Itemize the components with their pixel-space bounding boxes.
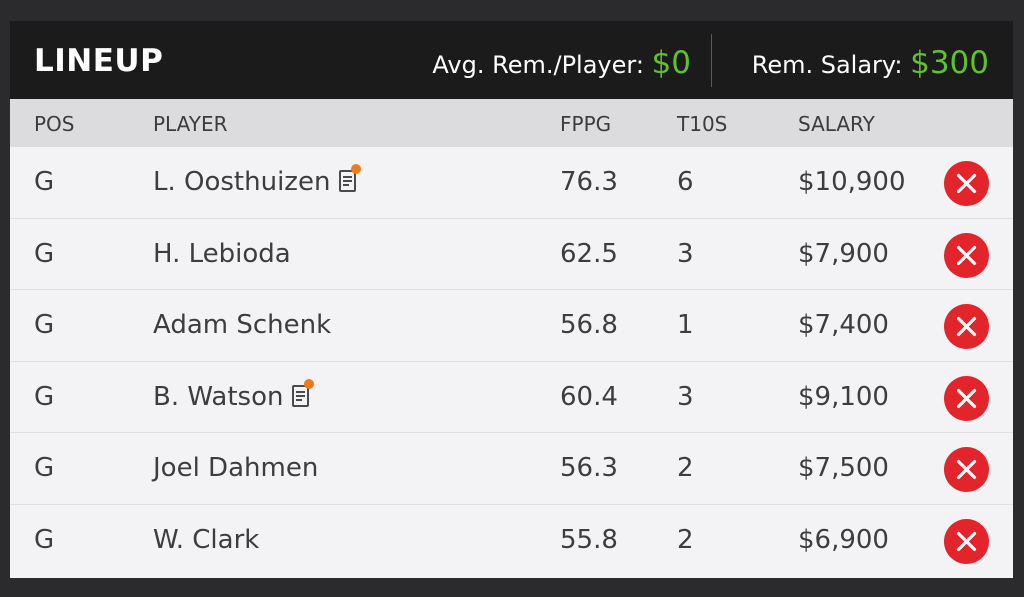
player-salary: $9,100 <box>798 381 889 412</box>
remove-player-icon <box>956 531 977 551</box>
column-header-salary: SALARY <box>798 112 875 136</box>
avg-remaining-per-player: Avg. Rem./Player: $0 <box>432 21 691 107</box>
player-cell[interactable]: H. Lebioda <box>153 219 291 290</box>
player-fppg: 55.8 <box>560 524 618 555</box>
lineup-rows: G L. Oosthuizen 76.3 6 $10,900 G H. Lebioda 62.… <box>10 147 1013 576</box>
lineup-header: LINEUP Avg. Rem./Player: $0 Rem. Salary:… <box>10 21 1013 99</box>
player-t10s: 1 <box>677 310 694 340</box>
player-news-icon[interactable] <box>292 378 315 407</box>
player-cell[interactable]: B. Watson <box>153 362 315 433</box>
lineup-panel: LINEUP Avg. Rem./Player: $0 Rem. Salary:… <box>10 21 1013 578</box>
player-name[interactable]: W. Clark <box>153 525 259 555</box>
player-name[interactable]: Adam Schenk <box>153 310 331 340</box>
table-row[interactable]: G H. Lebioda 62.5 3 $7,900 <box>10 219 1013 290</box>
header-divider <box>711 34 712 87</box>
player-name[interactable]: H. Lebioda <box>153 239 291 269</box>
remove-player-button[interactable] <box>944 375 989 421</box>
column-header-fppg: FPPG <box>560 112 612 136</box>
remove-player-icon <box>956 245 977 265</box>
player-salary: $7,500 <box>798 453 889 483</box>
news-alert-dot <box>304 378 315 389</box>
player-salary: $7,400 <box>798 310 889 340</box>
news-icon-line <box>343 184 350 186</box>
avg-remaining-value: $0 <box>651 45 691 81</box>
player-news-icon[interactable] <box>339 164 362 192</box>
remaining-salary-label: Rem. Salary: <box>751 51 911 79</box>
remove-player-icon <box>956 388 977 408</box>
avg-remaining-label: Avg. Rem./Player: <box>432 51 652 79</box>
player-salary: $7,900 <box>798 238 889 269</box>
player-fppg: 76.3 <box>560 167 618 197</box>
lineup-title: LINEUP <box>34 43 164 79</box>
remove-player-icon <box>956 316 977 337</box>
table-row[interactable]: G W. Clark 55.8 2 $6,900 <box>10 505 1013 577</box>
player-salary: $10,900 <box>798 167 906 197</box>
table-row[interactable]: G B. Watson 60.4 3 $9,100 <box>10 362 1013 433</box>
remove-player-icon <box>956 459 977 480</box>
table-header: POS PLAYER FPPG T10S SALARY <box>10 99 1013 147</box>
remove-player-button[interactable] <box>944 518 989 564</box>
player-fppg: 60.4 <box>560 381 618 412</box>
remaining-salary-value: $300 <box>910 45 989 81</box>
player-fppg: 56.8 <box>560 310 618 340</box>
news-icon-line <box>343 176 353 178</box>
table-row[interactable]: G L. Oosthuizen 76.3 6 $10,900 <box>10 147 1013 219</box>
player-name[interactable]: B. Watson <box>153 382 283 412</box>
player-t10s: 2 <box>677 524 694 555</box>
news-icon-line <box>296 398 303 401</box>
column-header-player: PLAYER <box>153 112 228 136</box>
player-cell[interactable]: Joel Dahmen <box>153 433 318 504</box>
news-icon-line <box>343 180 353 182</box>
player-fppg: 56.3 <box>560 453 618 483</box>
player-position: G <box>34 310 55 340</box>
player-position: G <box>34 238 55 269</box>
player-position: G <box>34 524 55 555</box>
player-name[interactable]: Joel Dahmen <box>153 453 318 483</box>
remove-player-button[interactable] <box>944 304 989 349</box>
news-icon-line <box>296 390 306 393</box>
remove-player-icon <box>956 173 977 194</box>
remove-player-button[interactable] <box>944 447 989 492</box>
player-position: G <box>34 453 55 483</box>
player-fppg: 62.5 <box>560 238 618 269</box>
player-name[interactable]: L. Oosthuizen <box>153 167 330 197</box>
player-salary: $6,900 <box>798 524 889 555</box>
player-t10s: 3 <box>677 238 694 269</box>
player-position: G <box>34 381 55 412</box>
table-row[interactable]: G Joel Dahmen 56.3 2 $7,500 <box>10 433 1013 505</box>
player-t10s: 3 <box>677 381 694 412</box>
column-header-pos: POS <box>34 112 75 136</box>
player-position: G <box>34 167 55 197</box>
player-cell[interactable]: Adam Schenk <box>153 290 331 361</box>
news-alert-dot <box>351 164 362 174</box>
remove-player-button[interactable] <box>944 161 989 206</box>
player-cell[interactable]: L. Oosthuizen <box>153 147 362 218</box>
player-t10s: 2 <box>677 453 694 483</box>
news-icon-line <box>296 394 306 397</box>
column-header-t10s: T10S <box>677 112 728 136</box>
remove-player-button[interactable] <box>944 232 989 278</box>
player-t10s: 6 <box>677 167 694 197</box>
player-cell[interactable]: W. Clark <box>153 505 259 576</box>
remaining-salary: Rem. Salary: $300 <box>752 21 989 107</box>
table-row[interactable]: G Adam Schenk 56.8 1 $7,400 <box>10 290 1013 362</box>
